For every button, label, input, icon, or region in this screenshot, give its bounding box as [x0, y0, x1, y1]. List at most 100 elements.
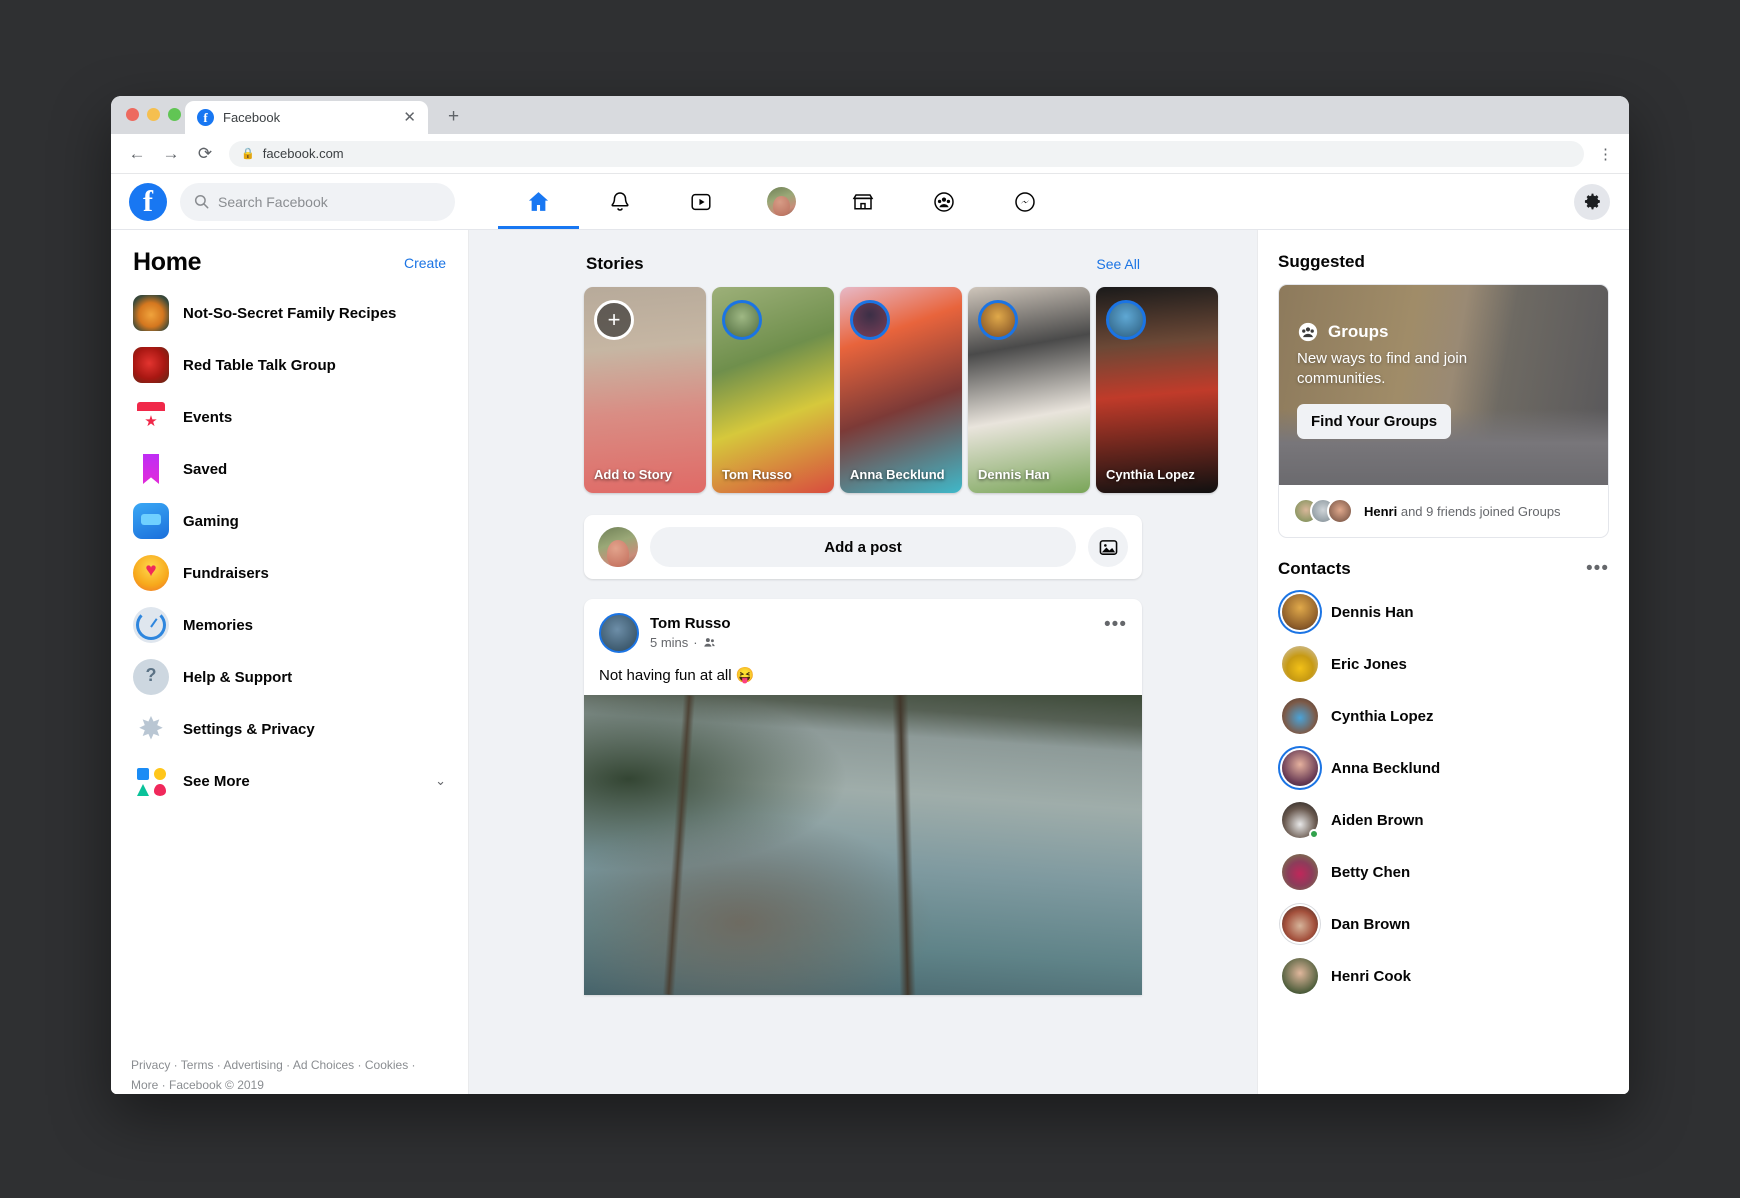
settings-button[interactable]	[1574, 183, 1610, 220]
contacts-menu-icon[interactable]: •••	[1586, 558, 1609, 580]
story-label: Add to Story	[594, 466, 672, 482]
lock-icon: 🔒	[241, 148, 255, 160]
nav-home[interactable]	[498, 174, 579, 229]
avatar[interactable]	[599, 613, 639, 653]
search-input[interactable]: Search Facebook	[180, 182, 455, 221]
contact-name: Anna Becklund	[1331, 759, 1441, 777]
avatar	[1282, 594, 1318, 630]
create-link[interactable]: Create	[404, 255, 446, 271]
story-card-add[interactable]: + Add to Story	[584, 287, 706, 493]
sidebar-item-label: See More	[183, 772, 250, 790]
back-icon[interactable]: ←	[127, 144, 147, 164]
contact-row[interactable]: Betty Chen	[1278, 846, 1609, 898]
add-post-input[interactable]: Add a post	[650, 527, 1076, 567]
contacts-title: Contacts	[1278, 559, 1351, 578]
reload-icon[interactable]: ⟳	[195, 144, 215, 164]
sidebar-item-gaming[interactable]: Gaming	[111, 495, 468, 547]
messenger-icon	[1014, 191, 1035, 212]
avatar	[1282, 802, 1319, 839]
new-tab-icon[interactable]: +	[448, 106, 459, 128]
post-text: Not having fun at all 😝	[599, 667, 755, 684]
sidebar-header: Home Create	[111, 248, 468, 287]
add-story-plus-icon[interactable]: +	[594, 300, 634, 340]
nav-groups[interactable]	[903, 174, 984, 229]
sidebar-item-memories[interactable]: Memories	[111, 599, 468, 651]
avatar	[1282, 646, 1318, 682]
main-feed: Stories See All + Add to Story Tom Russo…	[469, 230, 1257, 1094]
nav-watch[interactable]	[660, 174, 741, 229]
find-your-groups-button[interactable]: Find Your Groups	[1297, 403, 1452, 439]
browser-tab[interactable]: f Facebook ✕	[185, 101, 428, 134]
suggested-groups-card[interactable]: Groups New ways to find and join communi…	[1278, 284, 1609, 538]
facebook-header: f Search Facebook	[111, 174, 1629, 230]
contact-row[interactable]: Dennis Han	[1278, 586, 1609, 638]
nav-notifications[interactable]	[579, 174, 660, 229]
browser-tab-strip: f Facebook ✕ +	[111, 96, 1629, 134]
contact-row[interactable]: Cynthia Lopez	[1278, 690, 1609, 742]
contact-row[interactable]: Dan Brown	[1278, 898, 1609, 950]
see-more-shapes-icon	[133, 763, 169, 799]
sidebar-item-see-more[interactable]: See More ⌄	[111, 755, 468, 807]
left-sidebar: Home Create Not-So-Secret Family Recipes…	[111, 230, 469, 1094]
post-author-name[interactable]: Tom Russo	[650, 614, 1093, 634]
contact-row[interactable]: Aiden Brown	[1278, 794, 1609, 846]
story-card[interactable]: Dennis Han	[968, 287, 1090, 493]
stories-see-all-link[interactable]: See All	[1096, 256, 1140, 272]
sidebar-item-label: Saved	[183, 460, 228, 478]
maximize-window-button[interactable]	[168, 108, 181, 121]
tab-title: Facebook	[223, 110, 281, 125]
avatar	[1282, 958, 1318, 994]
browser-menu-icon[interactable]: ⋮	[1598, 145, 1613, 163]
story-avatar	[722, 300, 762, 340]
nav-profile[interactable]	[741, 174, 822, 229]
page-title: Home	[133, 248, 202, 276]
close-tab-icon[interactable]: ✕	[403, 110, 416, 125]
friend-avatars-stack	[1293, 498, 1353, 524]
story-card[interactable]: Anna Becklund	[840, 287, 962, 493]
contact-name: Henri Cook	[1331, 967, 1412, 985]
memories-clock-icon	[133, 607, 169, 643]
sidebar-item-label: Fundraisers	[183, 564, 269, 582]
contact-name: Dan Brown	[1331, 915, 1411, 933]
add-photo-button[interactable]	[1088, 527, 1128, 567]
address-bar[interactable]: 🔒 facebook.com	[229, 140, 1584, 167]
facebook-logo[interactable]: f	[129, 182, 167, 221]
avatar	[767, 187, 796, 216]
nav-marketplace[interactable]	[822, 174, 903, 229]
post-image[interactable]	[584, 695, 1142, 995]
sidebar-item-recipes[interactable]: Not-So-Secret Family Recipes	[111, 287, 468, 339]
sidebar-item-fundraisers[interactable]: Fundraisers	[111, 547, 468, 599]
sidebar-item-events[interactable]: Events	[111, 391, 468, 443]
suggested-card-image: Groups New ways to find and join communi…	[1279, 285, 1608, 485]
sidebar-item-saved[interactable]: Saved	[111, 443, 468, 495]
red-table-icon	[133, 347, 169, 383]
sidebar-item-label: Help & Support	[183, 668, 293, 686]
story-card[interactable]: Cynthia Lopez	[1096, 287, 1218, 493]
story-label: Anna Becklund	[850, 466, 945, 482]
stories-row: + Add to Story Tom Russo Anna Becklund D…	[584, 287, 1218, 493]
contact-name: Cynthia Lopez	[1331, 707, 1434, 725]
sidebar-item-label: Gaming	[183, 512, 239, 530]
minimize-window-button[interactable]	[147, 108, 160, 121]
contact-row[interactable]: Henri Cook	[1278, 950, 1609, 1002]
gaming-icon	[133, 503, 169, 539]
avatar	[1327, 498, 1353, 524]
story-card[interactable]: Tom Russo	[712, 287, 834, 493]
story-avatar	[1106, 300, 1146, 340]
main-nav	[498, 174, 1065, 229]
footer-links-line1[interactable]: Privacy · Terms · Advertising · Ad Choic…	[131, 1056, 450, 1076]
chevron-down-icon[interactable]: ⌄	[435, 773, 446, 789]
nav-messenger[interactable]	[984, 174, 1065, 229]
sidebar-item-red-table-talk[interactable]: Red Table Talk Group	[111, 339, 468, 391]
post-menu-icon[interactable]: •••	[1104, 613, 1127, 634]
marketplace-icon	[852, 193, 873, 210]
close-window-button[interactable]	[126, 108, 139, 121]
suggested-footer-name: Henri	[1364, 503, 1398, 519]
footer-links-line2[interactable]: More · Facebook © 2019	[131, 1076, 450, 1094]
forward-icon[interactable]: →	[161, 144, 181, 164]
contact-row[interactable]: Anna Becklund	[1278, 742, 1609, 794]
sidebar-item-settings-privacy[interactable]: Settings & Privacy	[111, 703, 468, 755]
sidebar-item-help-support[interactable]: Help & Support	[111, 651, 468, 703]
contact-row[interactable]: Eric Jones	[1278, 638, 1609, 690]
sidebar-item-label: Events	[183, 408, 233, 426]
